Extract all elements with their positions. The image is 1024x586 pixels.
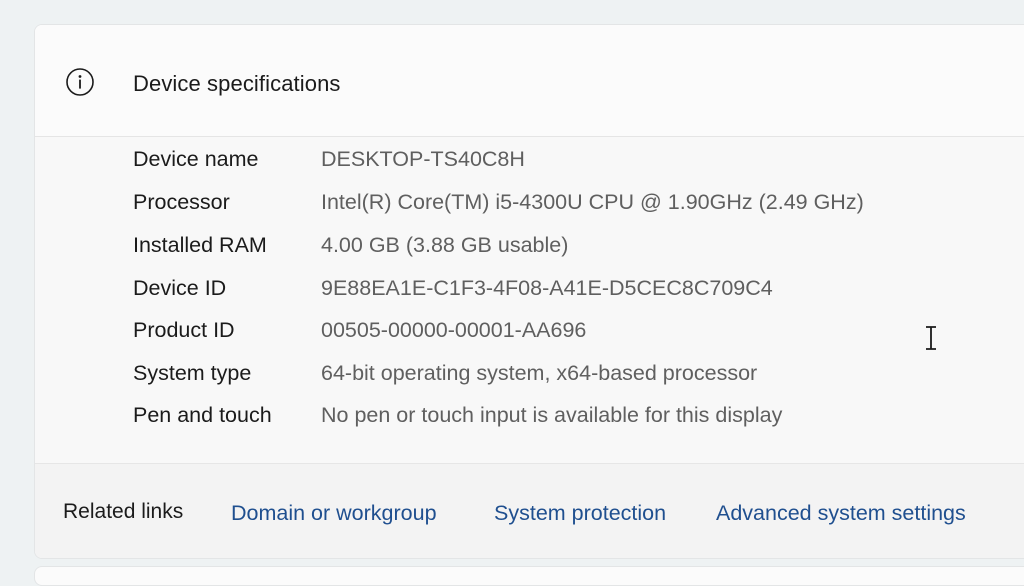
text-cursor-icon [923, 325, 939, 351]
spec-row-device-id: Device ID 9E88EA1E-C1F3-4F08-A41E-D5CEC8… [35, 268, 1024, 310]
device-specifications-card: Device specifications Device name DESKTO… [34, 24, 1024, 559]
spec-label: Processor [133, 190, 230, 214]
device-specifications-header[interactable]: Device specifications [35, 25, 1024, 137]
spec-row-installed-ram: Installed RAM 4.00 GB (3.88 GB usable) [35, 225, 1024, 267]
spec-value: No pen or touch input is available for t… [321, 403, 783, 427]
spec-value: 4.00 GB (3.88 GB usable) [321, 233, 569, 257]
info-icon [65, 67, 95, 97]
window-top-strip [0, 0, 1024, 24]
spec-label: System type [133, 361, 252, 385]
advanced-system-settings-link[interactable]: Advanced system settings [716, 501, 966, 526]
related-links-section: Related links Domain or workgroup System… [35, 463, 1024, 558]
related-links-title: Related links [63, 500, 184, 523]
spec-label: Pen and touch [133, 403, 272, 427]
spec-row-pen-and-touch: Pen and touch No pen or touch input is a… [35, 395, 1024, 437]
header-title: Device specifications [133, 71, 341, 96]
domain-or-workgroup-link[interactable]: Domain or workgroup [231, 501, 437, 526]
spec-label: Installed RAM [133, 233, 267, 257]
spec-label: Device ID [133, 276, 227, 300]
spec-label: Device name [133, 147, 259, 171]
spec-value: 64-bit operating system, x64-based proce… [321, 361, 758, 385]
spec-value: 9E88EA1E-C1F3-4F08-A41E-D5CEC8C709C4 [321, 276, 773, 300]
spec-row-system-type: System type 64-bit operating system, x64… [35, 353, 1024, 395]
spec-row-device-name: Device name DESKTOP-TS40C8H [35, 139, 1024, 181]
next-card-edge [34, 566, 1024, 586]
spec-row-product-id: Product ID 00505-00000-00001-AA696 [35, 310, 1024, 352]
spec-value: DESKTOP-TS40C8H [321, 147, 525, 171]
spec-value: Intel(R) Core(TM) i5-4300U CPU @ 1.90GHz… [321, 190, 864, 214]
spec-list: Device name DESKTOP-TS40C8H Processor In… [35, 137, 1024, 463]
spec-label: Product ID [133, 318, 235, 342]
spec-value: 00505-00000-00001-AA696 [321, 318, 587, 342]
system-protection-link[interactable]: System protection [494, 501, 666, 526]
spec-row-processor: Processor Intel(R) Core(TM) i5-4300U CPU… [35, 182, 1024, 224]
